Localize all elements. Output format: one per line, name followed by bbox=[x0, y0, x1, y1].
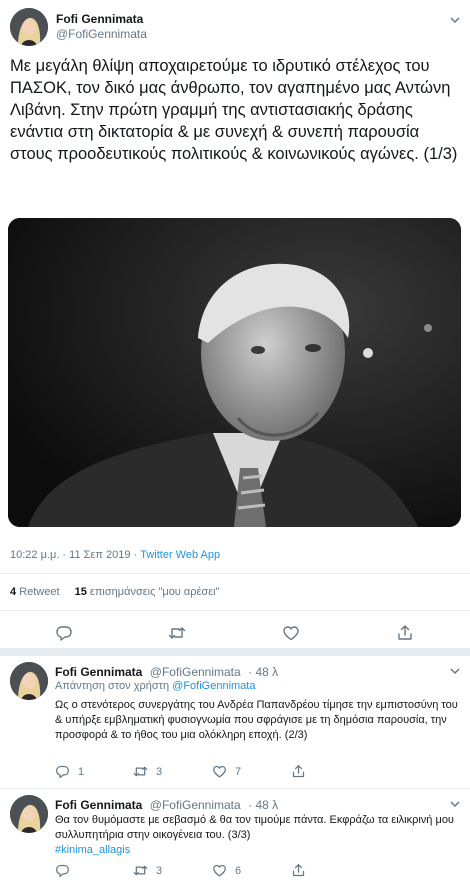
reply-icon bbox=[56, 765, 69, 778]
reply-avatar[interactable] bbox=[10, 795, 48, 833]
source-app-link[interactable]: Twitter Web App bbox=[140, 549, 220, 561]
reply-author-name[interactable]: Fofi Gennimata bbox=[55, 798, 142, 812]
reply-text: Θα τον θυμόμαστε με σεβασμό & θα τον τιμ… bbox=[55, 813, 460, 858]
tweet-timestamp: 10:22 μ.μ. · 11 Σεπ 2019 · Twitter Web A… bbox=[10, 549, 220, 561]
reply-action[interactable] bbox=[55, 863, 78, 878]
retweet-action[interactable]: 3 bbox=[133, 764, 162, 779]
author-handle[interactable]: @FofiGennimata bbox=[56, 27, 147, 41]
reply-text-body: Θα τον θυμόμαστε με σεβασμό & θα τον τιμ… bbox=[55, 814, 454, 841]
heart-icon bbox=[213, 765, 226, 778]
reply-time[interactable]: · 48 λ bbox=[248, 798, 278, 812]
tweet-photo[interactable] bbox=[8, 218, 461, 527]
share-action[interactable] bbox=[291, 764, 314, 779]
replying-to: Απάντηση στον χρήστη @FofiGennimata bbox=[55, 680, 255, 692]
timestamp-text[interactable]: 10:22 μ.μ. · 11 Σεπ 2019 · bbox=[10, 549, 140, 561]
reply-author-handle[interactable]: @FofiGennimata bbox=[150, 798, 241, 812]
likes-label: επισημάνσεις "μου αρέσει" bbox=[86, 586, 220, 598]
chevron-down-icon[interactable] bbox=[449, 798, 461, 810]
replying-prefix: Απάντηση στον χρήστη bbox=[55, 680, 173, 692]
retweets-label: Retweet bbox=[16, 586, 60, 598]
author-name[interactable]: Fofi Gennimata bbox=[56, 12, 143, 26]
reply-action[interactable]: 1 bbox=[55, 764, 84, 779]
share-action[interactable] bbox=[291, 863, 314, 878]
likes-count: 15 bbox=[74, 586, 87, 598]
tweet-text: Με μεγάλη θλίψη αποχαιρετούμε το ιδρυτικ… bbox=[10, 57, 458, 163]
share-icon bbox=[292, 765, 305, 778]
like-action[interactable]: 6 bbox=[212, 863, 241, 878]
tweet-stats: 4 Retweet 15 επισημάνσεις "μου αρέσει" bbox=[10, 586, 219, 598]
heart-icon[interactable] bbox=[282, 624, 300, 642]
hashtag-link[interactable]: #kinima_allagis bbox=[55, 844, 130, 856]
heart-icon bbox=[213, 864, 226, 877]
reply-tweet: Fofi Gennimata @FofiGennimata · 48 λ Θα … bbox=[0, 789, 470, 882]
reply-time[interactable]: · 48 λ bbox=[248, 665, 278, 679]
divider bbox=[0, 573, 470, 574]
reply-avatar[interactable] bbox=[10, 662, 48, 700]
thread-separator bbox=[0, 648, 470, 656]
share-icon[interactable] bbox=[396, 624, 414, 642]
reply-header: Fofi Gennimata @FofiGennimata · 48 λ bbox=[55, 663, 278, 681]
like-action[interactable]: 7 bbox=[212, 764, 241, 779]
retweets-stat[interactable]: 4 Retweet bbox=[10, 586, 60, 598]
reply-author-name[interactable]: Fofi Gennimata bbox=[55, 665, 142, 679]
chevron-down-icon[interactable] bbox=[449, 665, 461, 677]
likes-stat[interactable]: 15 επισημάνσεις "μου αρέσει" bbox=[75, 586, 220, 598]
share-icon bbox=[292, 864, 305, 877]
chevron-down-icon[interactable] bbox=[449, 14, 461, 26]
reply-author-handle[interactable]: @FofiGennimata bbox=[150, 665, 241, 679]
like-count: 6 bbox=[235, 864, 242, 877]
main-tweet: Fofi Gennimata @FofiGennimata Με μεγάλη … bbox=[0, 0, 470, 655]
retweet-count: 3 bbox=[156, 864, 163, 877]
retweet-count: 3 bbox=[156, 765, 163, 778]
reply-header: Fofi Gennimata @FofiGennimata · 48 λ bbox=[55, 796, 278, 814]
like-count: 7 bbox=[235, 765, 242, 778]
reply-count: 1 bbox=[78, 765, 85, 778]
reply-icon bbox=[56, 864, 69, 877]
retweet-icon bbox=[133, 865, 148, 876]
retweet-icon bbox=[133, 766, 148, 777]
author-avatar[interactable] bbox=[10, 8, 48, 46]
retweet-action[interactable]: 3 bbox=[133, 863, 162, 878]
reply-icon[interactable] bbox=[55, 624, 73, 642]
reply-tweet: Fofi Gennimata @FofiGennimata · 48 λ Απά… bbox=[0, 656, 470, 782]
divider bbox=[0, 610, 470, 611]
replying-to-link[interactable]: @FofiGennimata bbox=[172, 680, 255, 692]
retweet-icon[interactable] bbox=[168, 624, 186, 642]
reply-text: Ως ο στενότερος συνεργάτης του Ανδρέα Πα… bbox=[55, 699, 458, 741]
